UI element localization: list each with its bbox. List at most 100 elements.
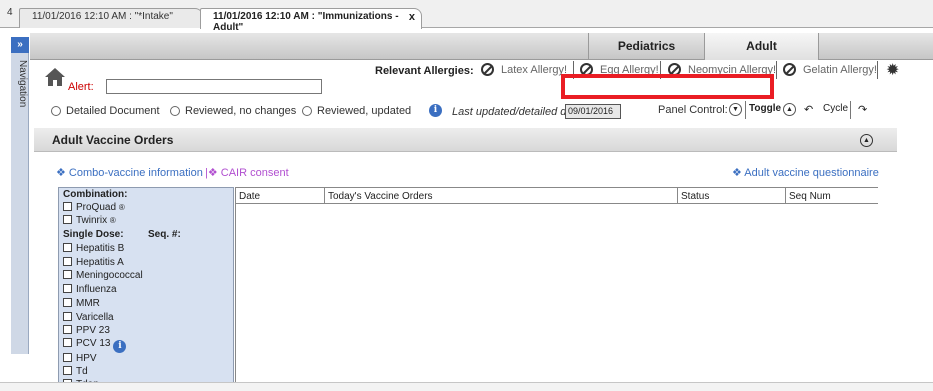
checkbox[interactable] <box>63 215 72 224</box>
allergy-latex-label: Latex Allergy! <box>501 64 568 76</box>
radio-reviewed-updated[interactable]: Reviewed, updated <box>302 105 411 117</box>
divider <box>877 61 878 79</box>
checkbox[interactable] <box>63 270 72 279</box>
vaccine-label: PPV 23 <box>76 325 110 336</box>
radio-button[interactable] <box>302 106 312 116</box>
gear-icon[interactable]: ✹ <box>886 60 899 80</box>
horizontal-scrollbar[interactable] <box>0 382 933 391</box>
column-header-seq-num[interactable]: Seq Num <box>789 191 831 202</box>
vaccine-label: ProQuad <box>76 202 117 213</box>
toggle-button[interactable]: Toggle <box>749 103 781 114</box>
panel-header-bar: Pediatrics Adult <box>30 33 933 60</box>
vaccine-ppv23[interactable]: PPV 23 <box>63 325 110 336</box>
prohibited-icon <box>783 63 796 76</box>
section-title: Adult Vaccine Orders <box>52 133 174 147</box>
combination-header: Combination: <box>63 189 128 200</box>
checkbox[interactable] <box>63 338 72 347</box>
alert-input[interactable] <box>106 79 322 94</box>
undo-arrow-icon[interactable]: ↶ <box>804 103 813 116</box>
column-divider <box>785 187 786 204</box>
allergy-gelatin[interactable]: Gelatin Allergy! <box>781 63 877 80</box>
collapse-section-icon[interactable]: ▲ <box>860 134 873 147</box>
vaccine-label: Varicella <box>76 312 114 323</box>
info-icon[interactable]: i <box>113 340 127 353</box>
last-updated-date-field: 09/01/2016 <box>565 104 621 119</box>
column-header-date[interactable]: Date <box>239 191 260 202</box>
vaccine-label: Td <box>76 366 88 377</box>
vaccine-hepatitis-a[interactable]: Hepatitis A <box>63 257 124 268</box>
info-icon[interactable]: i <box>429 104 442 117</box>
tab-immunizations-adult[interactable]: 11/01/2016 12:10 AM : "Immunizations - A… <box>200 8 422 33</box>
tab-intake-label: 11/01/2016 12:10 AM : "*Intake" <box>32 11 173 22</box>
column-header-status[interactable]: Status <box>681 191 709 202</box>
vaccine-hpv[interactable]: HPV <box>63 353 97 364</box>
radio-reviewed-no-changes[interactable]: Reviewed, no changes <box>170 105 296 117</box>
column-divider <box>677 187 678 204</box>
vaccine-proquad[interactable]: ProQuad ® <box>63 202 125 213</box>
adult-vaccine-questionnaire-link[interactable]: ❖ Adult vaccine questionnaire <box>732 166 879 179</box>
tab-intake[interactable]: 11/01/2016 12:10 AM : "*Intake" <box>19 8 203 28</box>
vaccine-varicella[interactable]: Varicella <box>63 312 114 323</box>
tab-immunizations-label: 11/01/2016 12:10 AM : "Immunizations - A… <box>213 11 399 33</box>
radio-button[interactable] <box>170 106 180 116</box>
radio-button[interactable] <box>51 106 61 116</box>
vaccine-pcv13[interactable]: PCV 13 i <box>63 338 127 353</box>
vaccine-label: Influenza <box>76 284 117 295</box>
vaccine-influenza[interactable]: Influenza <box>63 284 117 295</box>
checkbox[interactable] <box>63 243 72 252</box>
checkbox[interactable] <box>63 202 72 211</box>
vaccine-hepatitis-b[interactable]: Hepatitis B <box>63 243 124 254</box>
cair-consent-link[interactable]: |❖ CAIR consent <box>205 166 289 179</box>
radio-label: Reviewed, updated <box>317 105 412 117</box>
registered-icon: ® <box>109 216 116 225</box>
checkbox[interactable] <box>63 312 72 321</box>
prohibited-icon <box>481 63 494 76</box>
relevant-allergies-label: Relevant Allergies: <box>375 65 474 77</box>
panel-control-label: Panel Control: <box>658 104 728 116</box>
vaccine-label: Meningococcal <box>76 270 143 281</box>
divider <box>745 101 746 119</box>
single-dose-header: Single Dose: <box>63 229 124 240</box>
checkbox[interactable] <box>63 257 72 266</box>
checkbox[interactable] <box>63 325 72 334</box>
allergy-latex[interactable]: Latex Allergy! <box>479 63 567 80</box>
vaccine-list-panel: Combination: ProQuad ® Twinrix ® Single … <box>58 187 234 391</box>
column-divider <box>324 187 325 204</box>
vaccine-mmr[interactable]: MMR <box>63 298 100 309</box>
navigation-label[interactable]: Navigation <box>12 60 28 140</box>
radio-label: Reviewed, no changes <box>185 105 297 117</box>
vaccine-label: HPV <box>76 353 97 364</box>
vaccine-label: PCV 13 <box>76 338 111 349</box>
close-tab-icon[interactable]: x <box>409 11 415 23</box>
collapse-down-icon[interactable]: ▼ <box>729 103 742 116</box>
divider <box>776 61 777 79</box>
vaccine-meningococcal[interactable]: Meningococcal <box>63 270 143 281</box>
redo-arrow-icon[interactable]: ↷ <box>858 103 867 116</box>
vaccine-twinrix[interactable]: Twinrix ® <box>63 215 116 226</box>
vaccine-td[interactable]: Td <box>63 366 88 377</box>
expand-navigation-icon[interactable]: » <box>11 37 29 53</box>
combo-vaccine-info-link[interactable]: ❖ Combo-vaccine information <box>56 166 203 179</box>
highlight-box <box>561 74 774 99</box>
divider <box>850 101 851 119</box>
home-icon[interactable] <box>44 67 66 87</box>
registered-icon: ® <box>118 203 125 212</box>
last-updated-label: Last updated/detailed doc: <box>452 106 582 118</box>
column-header-vaccine-orders[interactable]: Today's Vaccine Orders <box>328 191 433 202</box>
vaccine-orders-table <box>235 187 878 391</box>
vaccine-label: Hepatitis B <box>76 243 125 254</box>
vaccine-label: MMR <box>76 298 100 309</box>
radio-label: Detailed Document <box>66 105 160 117</box>
tab-scroll-left-icon[interactable]: 4 <box>7 7 13 18</box>
vaccine-label: Hepatitis A <box>76 257 124 268</box>
checkbox[interactable] <box>63 284 72 293</box>
radio-detailed-document[interactable]: Detailed Document <box>51 105 160 117</box>
cycle-button[interactable]: Cycle <box>823 103 848 114</box>
checkbox[interactable] <box>63 366 72 375</box>
checkbox[interactable] <box>63 298 72 307</box>
tab-pediatrics[interactable]: Pediatrics <box>588 33 704 60</box>
tab-adult[interactable]: Adult <box>704 33 819 60</box>
expand-up-icon[interactable]: ▲ <box>783 103 796 116</box>
allergy-gelatin-label: Gelatin Allergy! <box>803 64 877 76</box>
checkbox[interactable] <box>63 353 72 362</box>
